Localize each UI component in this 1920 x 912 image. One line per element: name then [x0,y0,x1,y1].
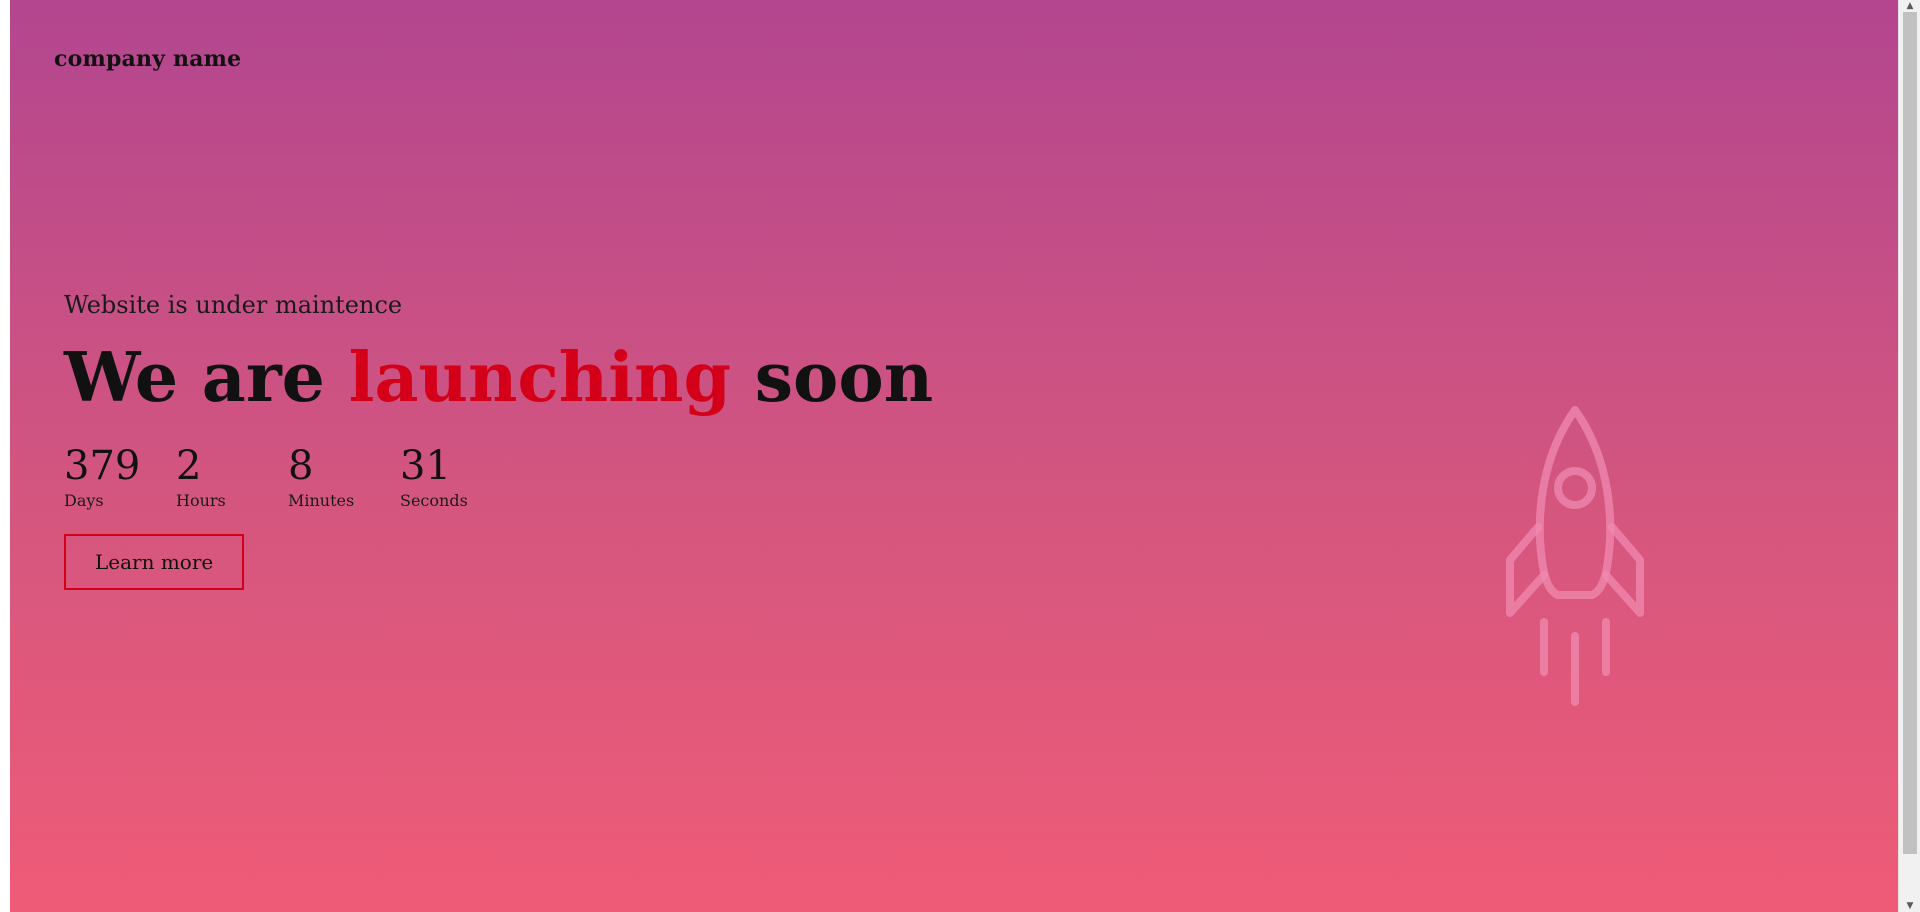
countdown-days-label: Days [64,491,104,510]
countdown-hours: 2 Hours [176,444,288,512]
headline-part-2: soon [754,338,934,418]
headline-accent: launching [348,338,732,418]
countdown-seconds: 31 Seconds [400,444,512,512]
company-name[interactable]: company name [54,46,241,72]
scroll-up-arrow-icon[interactable]: ▲ [1899,0,1920,12]
countdown-minutes-value: 8 [288,443,314,489]
vertical-scrollbar[interactable]: ▲ ▼ [1898,0,1920,912]
headline-part-1: We are [64,338,325,418]
learn-more-button[interactable]: Learn more [64,534,245,590]
countdown-seconds-value: 31 [400,443,451,489]
countdown-days-value: 379 [64,443,141,489]
hero-section: Website is under maintence We are launch… [64,290,964,590]
countdown-seconds-label: Seconds [400,491,468,510]
landing-page: company name Website is under maintence … [10,0,1898,912]
countdown-hours-value: 2 [176,443,202,489]
launch-headline: We are launching soon [64,336,964,420]
scroll-down-arrow-icon[interactable]: ▼ [1899,900,1920,912]
rocket-icon [1506,406,1644,706]
scrollbar-thumb[interactable] [1903,12,1917,854]
countdown-minutes-label: Minutes [288,491,355,510]
countdown-days: 379 Days [64,444,176,512]
countdown-minutes: 8 Minutes [288,444,400,512]
countdown-hours-label: Hours [176,491,226,510]
maintenance-subtitle: Website is under maintence [64,291,403,319]
countdown-timer: 379 Days 2 Hours 8 Minutes 31 Seconds [64,444,964,512]
